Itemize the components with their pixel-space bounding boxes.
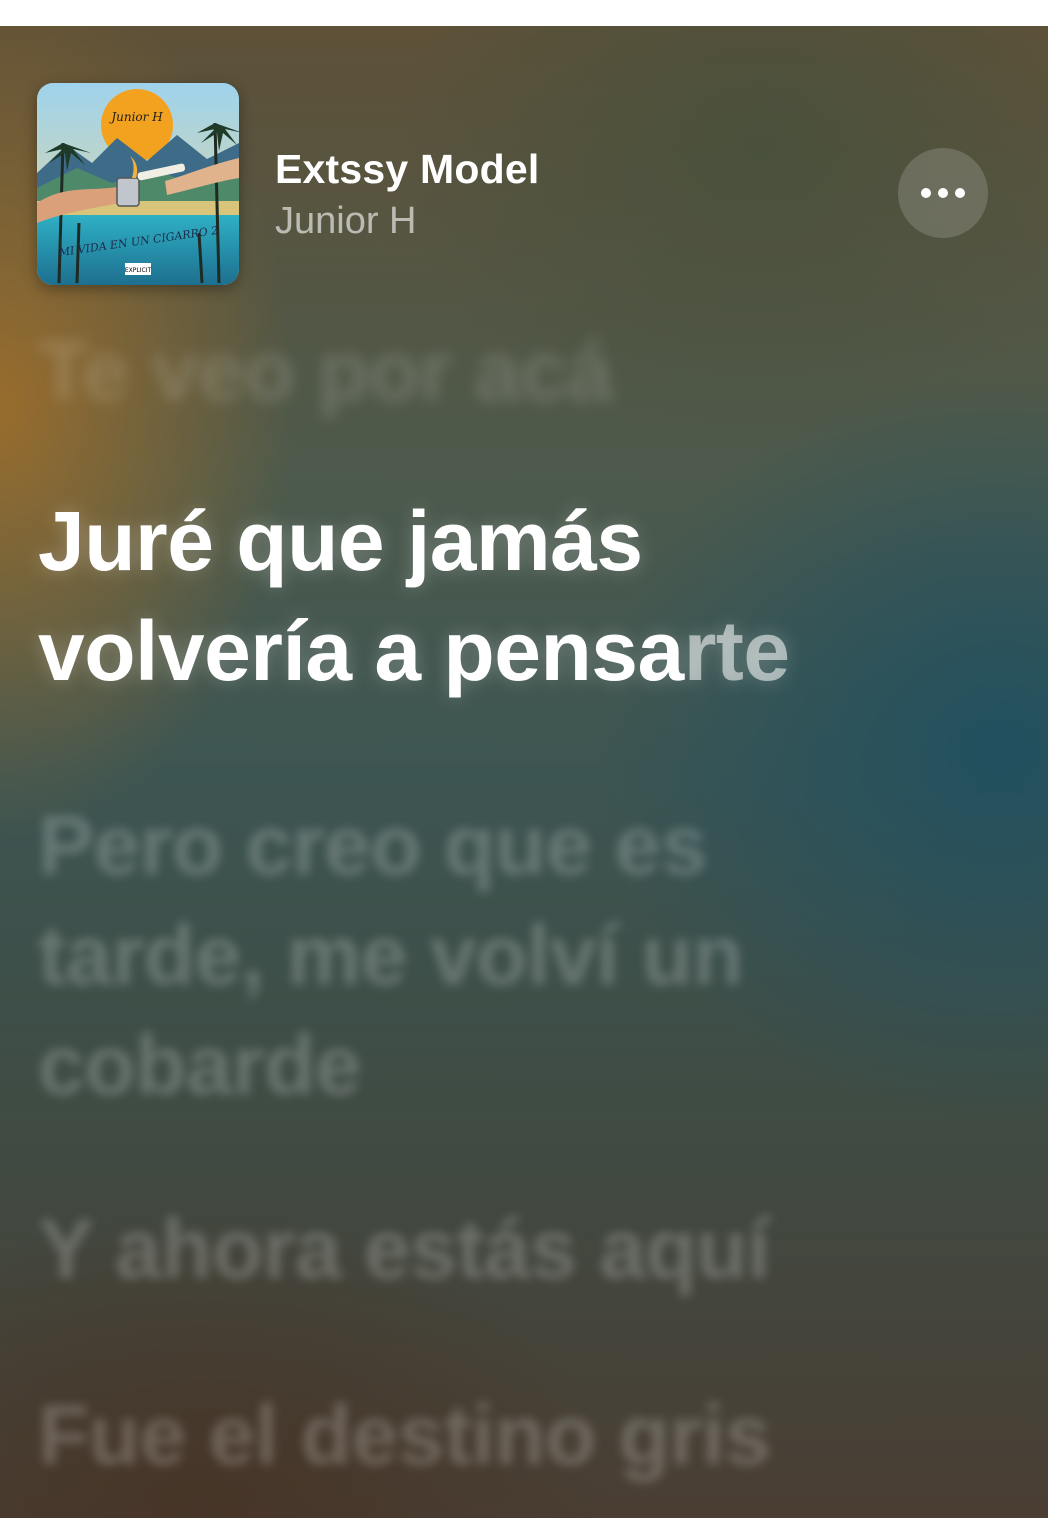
- ellipsis-icon: [955, 188, 965, 198]
- ellipsis-icon: [921, 188, 931, 198]
- lyric-sung-text: volvería a pensa: [38, 604, 684, 698]
- lyric-next-part-1: Pero creo que es: [38, 798, 707, 892]
- lyric-unsung-text: rte: [683, 604, 790, 698]
- lyric-current-part-1: Juré que jamás: [38, 494, 643, 588]
- lyric-current-part-2: volvería a pensarte: [38, 596, 978, 706]
- lyric-line-next[interactable]: Pero creo que es tarde, me volví un coba…: [38, 790, 978, 1120]
- explicit-label: EXPLICIT: [125, 267, 152, 274]
- album-art[interactable]: Junior H MI VIDA EN UN CIGARRO 2 EXPLICI…: [37, 83, 239, 285]
- lyric-line-previous[interactable]: Te veo por acá: [38, 316, 978, 426]
- lyrics-sheet: Junior H MI VIDA EN UN CIGARRO 2 EXPLICI…: [0, 26, 1048, 1518]
- status-bar-area: [0, 0, 1048, 26]
- lyric-line-last[interactable]: Fue el destino gris: [38, 1380, 978, 1490]
- album-art-text-top: Junior H: [108, 110, 163, 124]
- artist-name[interactable]: Junior H: [275, 200, 417, 243]
- song-title[interactable]: Extssy Model: [275, 146, 539, 193]
- lyric-line-current[interactable]: Juré que jamás volvería a pensarte: [38, 486, 978, 706]
- lyric-next-part-2: tarde, me volví un: [38, 908, 744, 1002]
- lyric-line-following[interactable]: Y ahora estás aquí: [38, 1194, 978, 1304]
- more-options-button[interactable]: [898, 148, 988, 238]
- ellipsis-icon: [938, 188, 948, 198]
- lyric-next-part-3: cobarde: [38, 1018, 362, 1112]
